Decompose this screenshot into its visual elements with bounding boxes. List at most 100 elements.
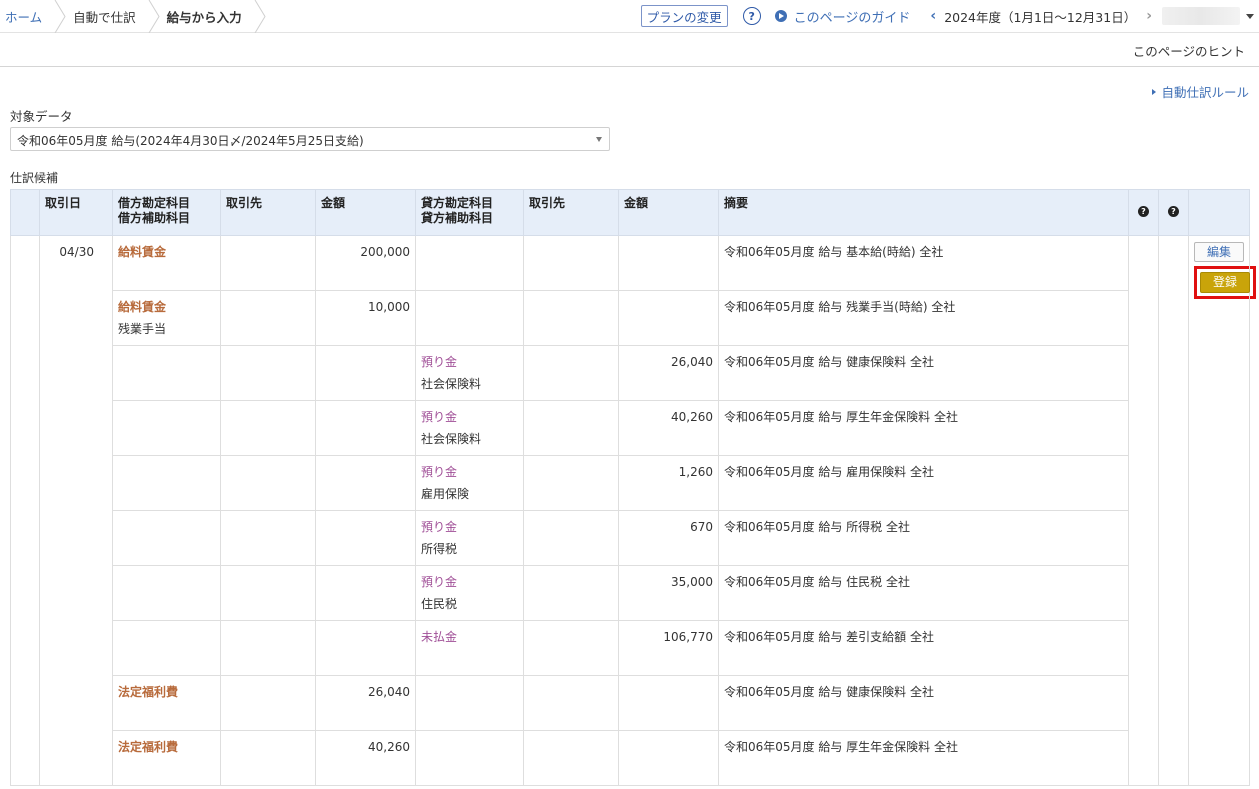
credit-partner-cell (523, 510, 619, 566)
debit-account-cell (112, 455, 221, 511)
memo: 令和06年05月度 給与 雇用保険料 全社 (718, 455, 1129, 511)
chevron-right-icon (148, 0, 160, 33)
memo: 令和06年05月度 給与 住民税 全社 (718, 565, 1129, 621)
breadcrumb-current: 給与から入力 (162, 0, 268, 33)
breadcrumb-current-label: 給与から入力 (166, 10, 242, 25)
debit-amount (315, 455, 416, 511)
target-data-label: 対象データ (10, 109, 73, 124)
question-icon[interactable]: ? (1138, 206, 1149, 217)
credit-amount (618, 290, 719, 346)
table-row: 預り金 雇用保険 1,260 令和06年05月度 給与 雇用保険料 全社 (11, 455, 1250, 511)
register-button[interactable]: 登録 (1200, 272, 1250, 293)
col-credit-amount: 金額 (618, 189, 719, 236)
debit-amount (315, 510, 416, 566)
question-icon[interactable]: ? (1168, 206, 1179, 217)
memo: 令和06年05月度 給与 差引支給額 全社 (718, 620, 1129, 676)
debit-amount (315, 620, 416, 676)
table-row: 法定福利費 26,040 令和06年05月度 給与 健康保険料 全社 (11, 675, 1250, 731)
next-year-icon[interactable]: › (1146, 8, 1152, 24)
page-guide-label[interactable]: このページのガイド (794, 7, 911, 26)
credit-account-cell: 預り金 社会保険料 (415, 400, 524, 456)
table-header-row: 取引日 借方勘定科目 借方補助科目 取引先 金額 貸方勘定科目 貸方補助科目 取引先… (10, 189, 1250, 236)
memo: 令和06年05月度 給与 健康保険料 全社 (718, 345, 1129, 401)
memo: 令和06年05月度 給与 所得税 全社 (718, 510, 1129, 566)
credit-account-cell (415, 235, 524, 291)
debit-account-cell (112, 400, 221, 456)
credit-account-cell: 預り金 社会保険料 (415, 345, 524, 401)
credit-account-cell (415, 730, 524, 786)
credit-sub-account: 住民税 (421, 597, 458, 611)
credit-amount: 40,260 (618, 400, 719, 456)
memo: 令和06年05月度 給与 厚生年金保険料 全社 (718, 730, 1129, 786)
col-credit-partner: 取引先 (523, 189, 619, 236)
memo: 令和06年05月度 給与 残業手当(時給) 全社 (718, 290, 1129, 346)
col-help-2: ? (1158, 189, 1189, 236)
table-row: 給料賃金 残業手当 10,000 令和06年05月度 給与 残業手当(時給) 全社 (11, 290, 1250, 346)
debit-partner-cell (220, 730, 316, 786)
memo: 令和06年05月度 給与 健康保険料 全社 (718, 675, 1129, 731)
prev-year-icon[interactable]: ‹ (930, 8, 936, 24)
debit-account: 法定福利費 (118, 685, 179, 699)
breadcrumb-home-label[interactable]: ホーム (0, 7, 42, 26)
credit-partner-cell (523, 290, 619, 346)
debit-account: 給料賃金 (118, 300, 167, 314)
breadcrumb-auto-journal[interactable]: 自動で仕訳 (68, 0, 162, 33)
debit-partner-cell (220, 620, 316, 676)
debit-partner-cell (220, 510, 316, 566)
memo: 令和06年05月度 給与 厚生年金保険料 全社 (718, 400, 1129, 456)
auto-rule-link[interactable]: 自動仕訳ルール (1152, 82, 1249, 101)
chevron-down-icon[interactable] (596, 137, 602, 142)
debit-amount (315, 345, 416, 401)
table-row: 法定福利費 40,260 令和06年05月度 給与 厚生年金保険料 全社 (11, 730, 1250, 786)
help-icon[interactable]: ? (742, 7, 761, 25)
credit-partner-cell (523, 675, 619, 731)
credit-partner-cell (523, 345, 619, 401)
page-guide-link[interactable]: このページのガイド (774, 7, 911, 26)
col-actions (1188, 189, 1250, 236)
memo: 令和06年05月度 給与 基本給(時給) 全社 (718, 235, 1129, 291)
breadcrumb-home[interactable]: ホーム (0, 0, 68, 33)
debit-account-cell (112, 510, 221, 566)
user-name-blurred[interactable] (1162, 7, 1240, 25)
debit-account-cell (112, 565, 221, 621)
credit-sub-account: 所得税 (421, 542, 458, 556)
auto-rule-label[interactable]: 自動仕訳ルール (1161, 82, 1249, 101)
target-data-select[interactable]: 令和06年05月度 給与(2024年4月30日〆/2024年5月25日支給) (10, 127, 610, 151)
debit-amount: 40,260 (315, 730, 416, 786)
credit-account-cell (415, 675, 524, 731)
play-icon (774, 10, 787, 22)
breadcrumb-auto-journal-label[interactable]: 自動で仕訳 (68, 7, 136, 26)
col-date: 取引日 (39, 189, 113, 236)
credit-partner-cell (523, 565, 619, 621)
debit-sub-account: 残業手当 (118, 322, 167, 336)
credit-partner-cell (523, 235, 619, 291)
table-row: 預り金 社会保険料 40,260 令和06年05月度 給与 厚生年金保険料 全社 (11, 400, 1250, 456)
credit-account: 未払金 (421, 630, 458, 644)
debit-partner-cell (220, 455, 316, 511)
caret-right-icon (1152, 88, 1157, 95)
debit-partner-cell (220, 290, 316, 346)
debit-amount (315, 565, 416, 621)
debit-amount: 10,000 (315, 290, 416, 346)
col-debit-account-label: 借方勘定科目 (118, 196, 191, 210)
page-hint-link[interactable]: このページのヒント (1133, 41, 1245, 60)
help-cell-1 (1128, 235, 1159, 786)
credit-account: 預り金 (421, 520, 458, 534)
credit-amount: 26,040 (618, 345, 719, 401)
debit-amount: 200,000 (315, 235, 416, 291)
credit-amount: 1,260 (618, 455, 719, 511)
edit-button[interactable]: 編集 (1194, 242, 1244, 262)
col-credit-account-label: 貸方勘定科目 (421, 196, 494, 210)
col-debit-sub-label: 借方補助科目 (118, 211, 191, 225)
plan-change-button[interactable]: プランの変更 (640, 5, 728, 27)
chevron-down-icon[interactable] (1246, 13, 1254, 19)
credit-amount (618, 235, 719, 291)
table-row: 預り金 社会保険料 26,040 令和06年05月度 給与 健康保険料 全社 (11, 345, 1250, 401)
candidates-label: 仕訳候補 (10, 171, 59, 185)
debit-account-cell: 給料賃金 (112, 235, 221, 291)
actions-cell: 編集 登録 (1188, 235, 1256, 786)
col-help-1: ? (1128, 189, 1159, 236)
fiscal-year: 2024年度（1月1日～12月31日） (944, 9, 1137, 25)
target-data-selected[interactable]: 令和06年05月度 給与(2024年4月30日〆/2024年5月25日支給) (17, 134, 364, 148)
credit-amount: 35,000 (618, 565, 719, 621)
